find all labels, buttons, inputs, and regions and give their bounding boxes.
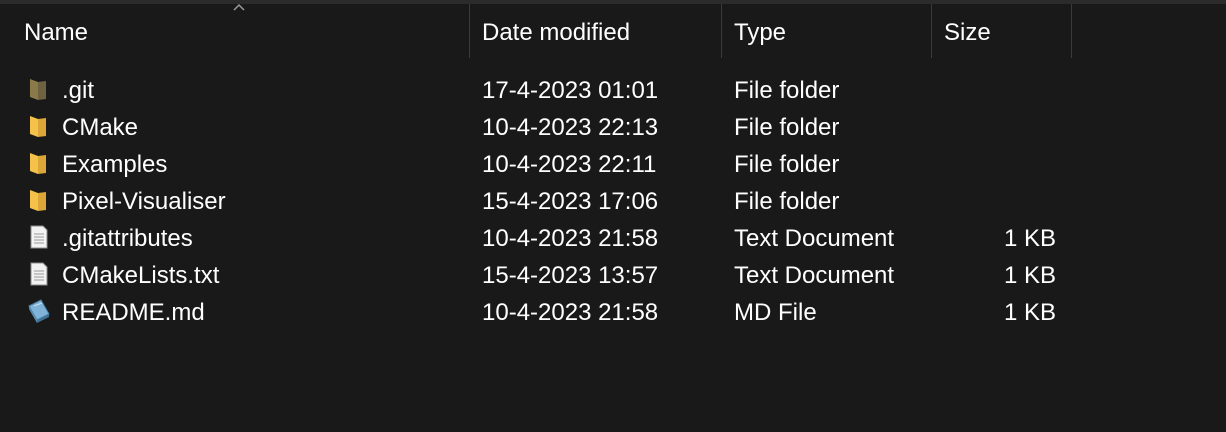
md-file-icon (28, 299, 50, 323)
folder-hidden-icon (30, 79, 46, 100)
file-list: .git 17-4-2023 01:01 File folder CMake 1… (0, 72, 1226, 331)
column-header-type[interactable]: Type (722, 4, 932, 58)
file-type: Text Document (734, 262, 895, 289)
file-name: Examples (62, 151, 168, 178)
file-type: Text Document (734, 225, 895, 252)
file-type: File folder (734, 114, 840, 141)
file-date-modified: 10-4-2023 22:11 (482, 151, 657, 178)
folder-icon (30, 116, 46, 137)
column-header-name[interactable]: Name (12, 4, 470, 58)
file-date-modified: 17-4-2023 01:01 (482, 77, 659, 104)
text-document-icon (30, 225, 48, 249)
file-name: CMakeLists.txt (62, 262, 220, 289)
folder-icon (30, 190, 46, 211)
folder-icon (30, 153, 46, 174)
file-date-modified: 10-4-2023 21:58 (482, 299, 659, 326)
file-date-modified: 15-4-2023 13:57 (482, 262, 659, 289)
column-header-date-modified[interactable]: Date modified (470, 4, 722, 58)
file-type: File folder (734, 188, 840, 215)
column-header-size[interactable]: Size (932, 4, 1072, 58)
column-header-bar: Name Date modified Type Size (0, 3, 1226, 58)
file-name: CMake (62, 114, 139, 141)
file-row[interactable]: .git 17-4-2023 01:01 File folder (0, 72, 1226, 109)
file-type: File folder (734, 77, 840, 104)
file-name: .git (62, 77, 95, 104)
file-row[interactable]: Pixel-Visualiser 15-4-2023 17:06 File fo… (0, 183, 1226, 220)
file-size: 1 KB (1003, 225, 1056, 252)
file-size: 1 KB (1003, 262, 1056, 289)
file-name: Pixel-Visualiser (62, 188, 226, 215)
file-date-modified: 10-4-2023 22:13 (482, 114, 659, 141)
file-row[interactable]: Examples 10-4-2023 22:11 File folder (0, 146, 1226, 183)
file-row[interactable]: CMake 10-4-2023 22:13 File folder (0, 109, 1226, 146)
file-row[interactable]: .gitattributes 10-4-2023 21:58 Text Docu… (0, 220, 1226, 257)
text-document-icon (30, 262, 48, 286)
file-name: README.md (62, 299, 205, 326)
file-type: File folder (734, 151, 840, 178)
file-type: MD File (734, 299, 817, 326)
file-date-modified: 15-4-2023 17:06 (482, 188, 659, 215)
file-row[interactable]: README.md 10-4-2023 21:58 MD File 1 KB (0, 294, 1226, 331)
file-date-modified: 10-4-2023 21:58 (482, 225, 659, 252)
file-row[interactable]: CMakeLists.txt 15-4-2023 13:57 Text Docu… (0, 257, 1226, 294)
file-name: .gitattributes (62, 225, 193, 252)
file-size: 1 KB (1003, 299, 1056, 326)
